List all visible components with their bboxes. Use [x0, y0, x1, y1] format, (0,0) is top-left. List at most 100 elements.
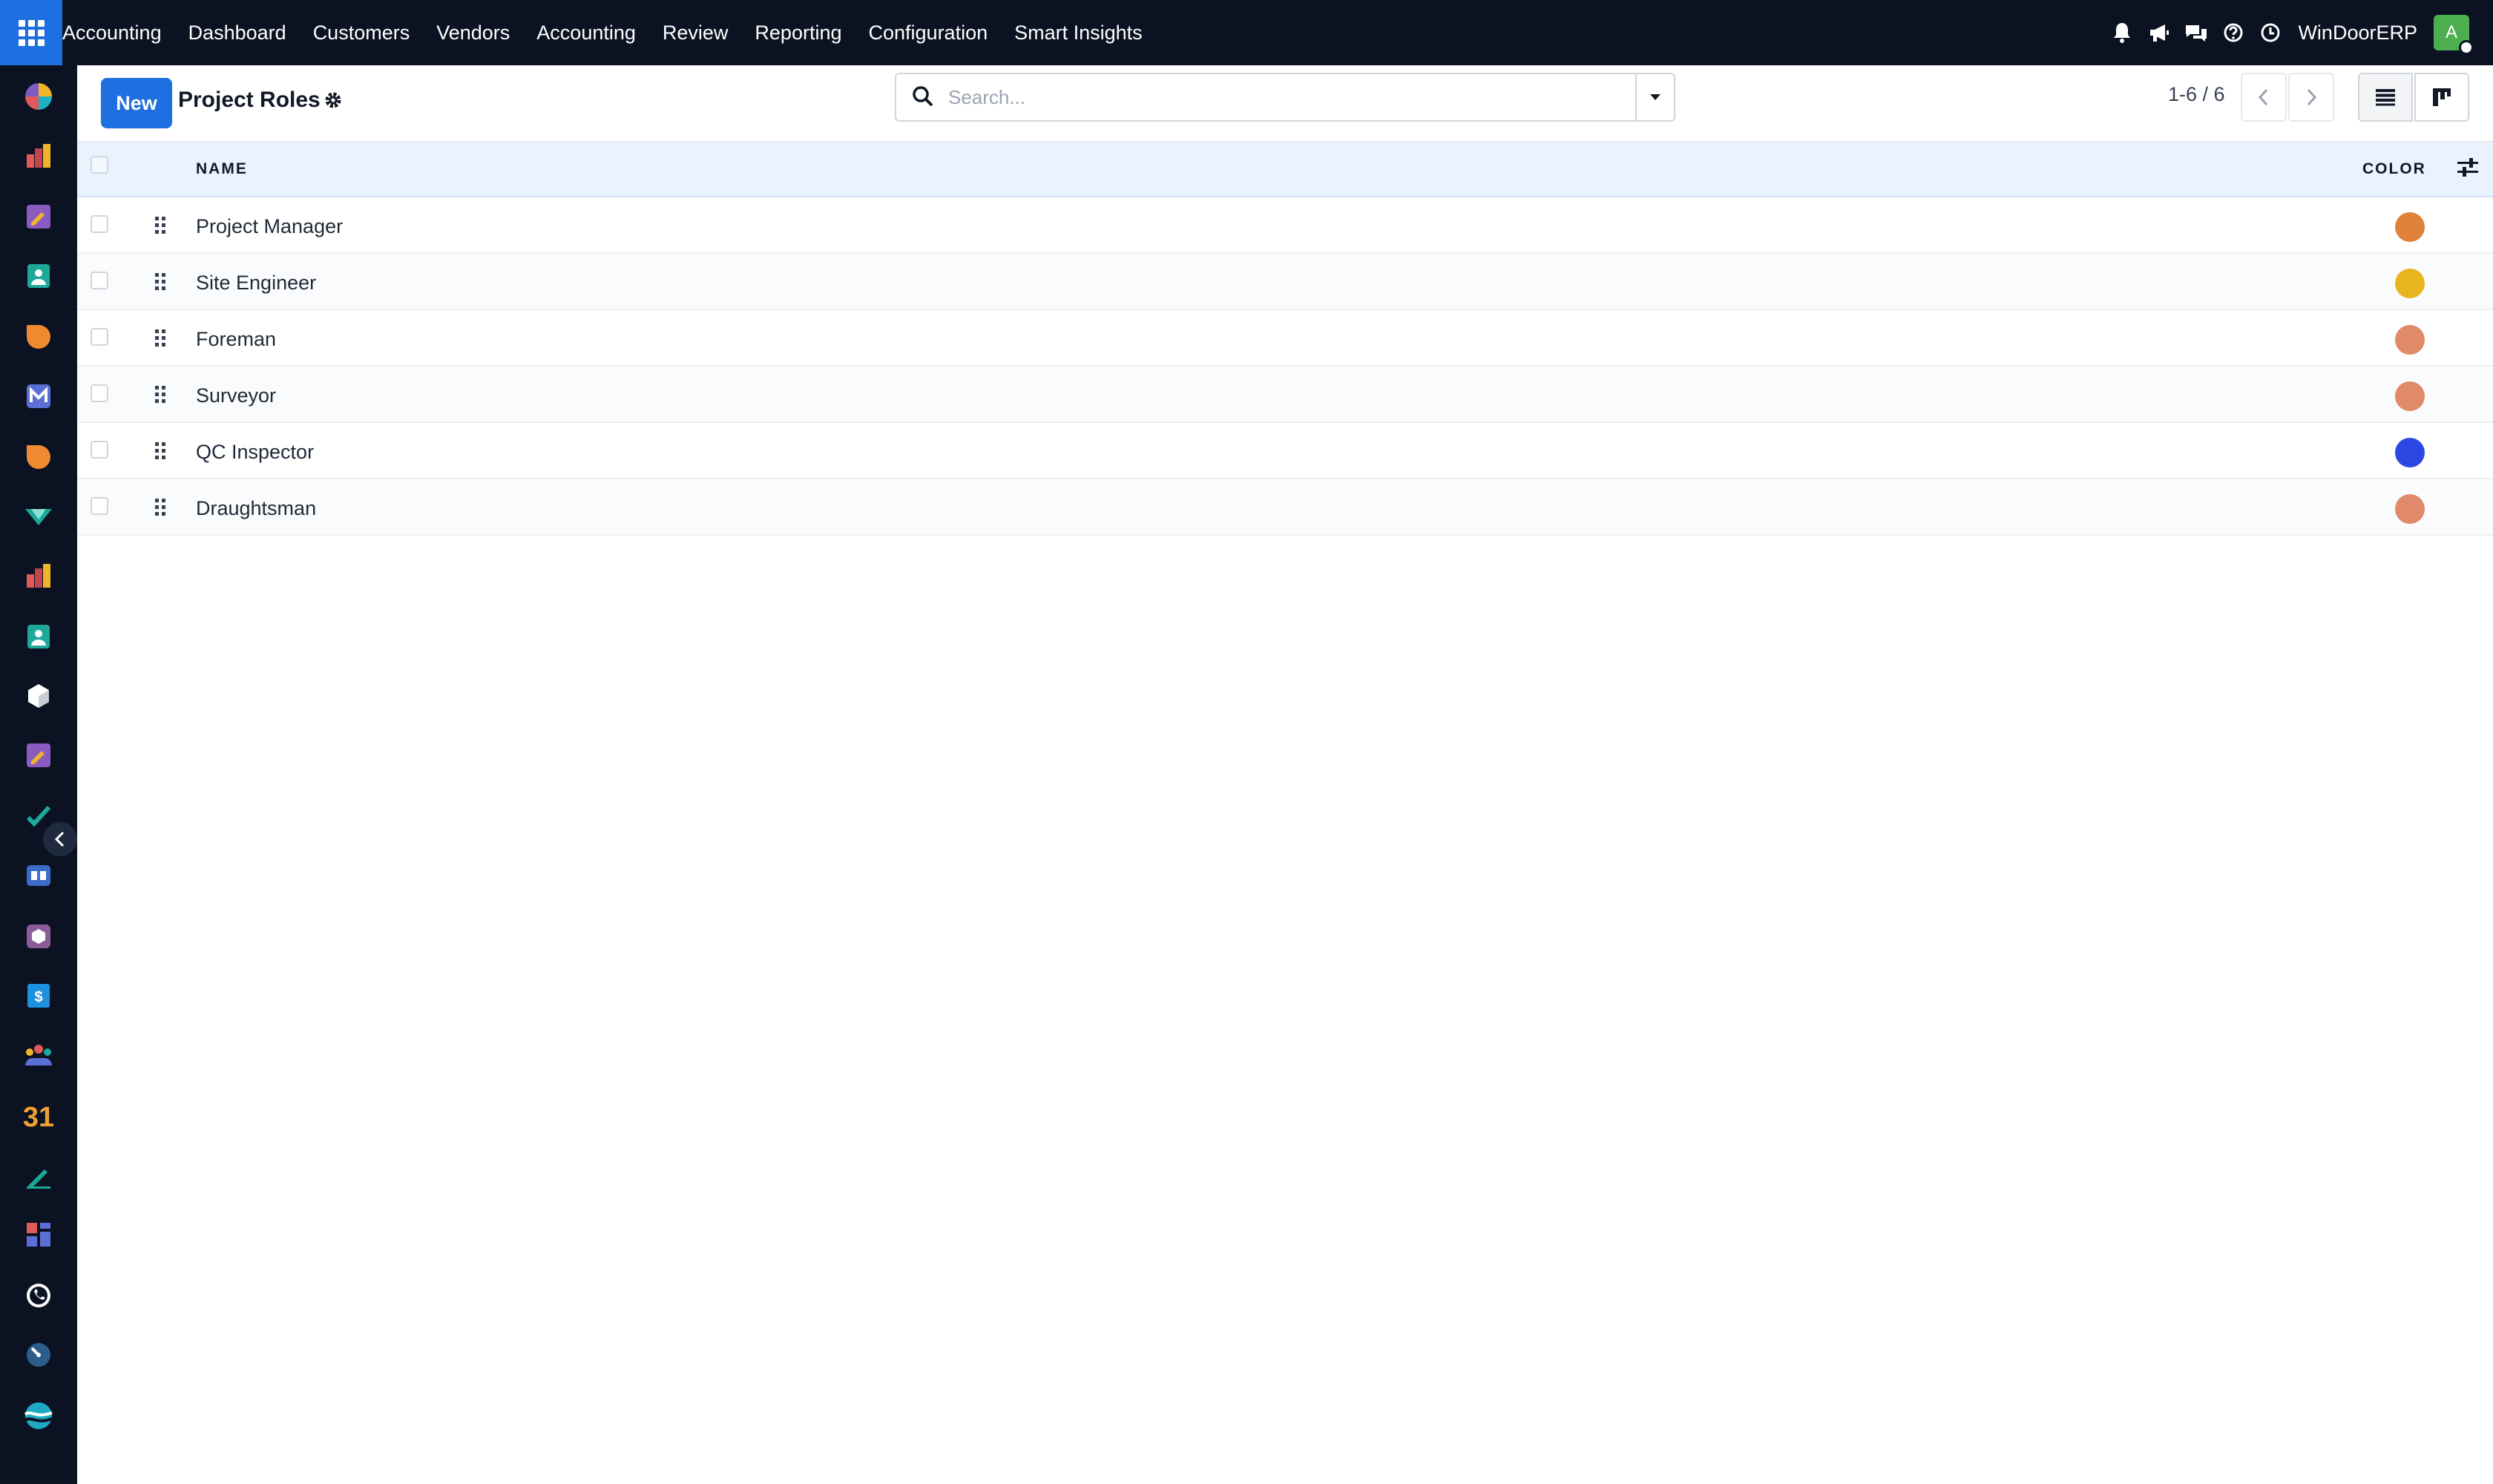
menu-customers[interactable]: Customers: [300, 0, 424, 65]
table-row[interactable]: Draughtsman: [77, 479, 2493, 536]
menu-review[interactable]: Review: [649, 0, 742, 65]
drag-handle-icon[interactable]: [154, 215, 166, 240]
control-panel: New Project Roles 1-6 / 6: [77, 65, 2493, 142]
search-input[interactable]: [948, 80, 1586, 114]
kanban-view-button[interactable]: [2414, 73, 2469, 122]
contacts-icon[interactable]: [22, 260, 55, 292]
pager-value[interactable]: 1-6 / 6: [2168, 83, 2225, 106]
app-sidebar: $ 31: [0, 65, 77, 1484]
pager-next-button[interactable]: [2288, 73, 2334, 122]
table-row[interactable]: Site Engineer: [77, 254, 2493, 310]
app-brand-link[interactable]: Accounting: [62, 0, 175, 65]
column-header-name[interactable]: NAME: [196, 160, 248, 178]
list-view-button[interactable]: [2358, 73, 2413, 122]
crm-icon[interactable]: [22, 321, 55, 353]
avatar-letter: A: [2445, 22, 2457, 42]
row-checkbox[interactable]: [91, 328, 108, 346]
table-row[interactable]: Surveyor: [77, 367, 2493, 423]
role-name: Draughtsman: [196, 497, 317, 519]
notes-icon[interactable]: [22, 1159, 55, 1192]
color-swatch[interactable]: [2395, 269, 2425, 298]
knowledge-icon[interactable]: [22, 859, 55, 892]
barcode-icon[interactable]: [22, 920, 55, 953]
drag-handle-icon[interactable]: [154, 272, 166, 296]
megaphone-icon[interactable]: [2141, 0, 2178, 65]
select-all-checkbox[interactable]: [91, 156, 108, 174]
menu-dashboard[interactable]: Dashboard: [175, 0, 300, 65]
reports-icon[interactable]: [22, 139, 55, 172]
sign-2-icon[interactable]: [22, 739, 55, 772]
clock-icon[interactable]: [2252, 0, 2289, 65]
table-body: Project Manager Site Engineer Foreman Surve…: [77, 197, 2493, 536]
company-switcher[interactable]: WinDoorERP: [2298, 22, 2417, 45]
chevron-left-icon: [54, 831, 65, 847]
table-header: NAME COLOR: [77, 142, 2493, 197]
bell-icon[interactable]: [2103, 0, 2141, 65]
calendar-day: 31: [23, 1102, 54, 1131]
search-bar: [895, 73, 1675, 122]
table-row[interactable]: QC Inspector: [77, 423, 2493, 479]
color-swatch[interactable]: [2395, 381, 2425, 411]
sign-icon[interactable]: [22, 200, 55, 233]
chevron-left-icon: [2258, 88, 2268, 106]
search-options-toggle[interactable]: [1635, 74, 1674, 120]
svg-text:$: $: [34, 989, 42, 1005]
optional-columns-icon[interactable]: [2456, 156, 2480, 183]
website-icon[interactable]: [22, 1399, 55, 1432]
top-navbar: Accounting Dashboard Customers Vendors A…: [0, 0, 2493, 65]
whatsapp-icon[interactable]: [22, 1279, 55, 1312]
menu-vendors[interactable]: Vendors: [423, 0, 523, 65]
team-icon[interactable]: [22, 1039, 55, 1071]
employees-icon[interactable]: [22, 620, 55, 653]
gear-icon[interactable]: [323, 91, 343, 114]
menu-smart-insights[interactable]: Smart Insights: [1001, 0, 1156, 65]
calendar-icon[interactable]: 31: [22, 1100, 55, 1132]
avatar[interactable]: A: [2434, 15, 2474, 55]
search-icon: [911, 85, 935, 112]
menu-configuration[interactable]: Configuration: [855, 0, 1002, 65]
dashboard-icon[interactable]: [22, 1218, 55, 1251]
row-checkbox[interactable]: [91, 441, 108, 459]
pager-previous-button[interactable]: [2241, 73, 2287, 122]
role-name: Foreman: [196, 328, 277, 350]
row-checkbox[interactable]: [91, 215, 108, 233]
new-button[interactable]: New: [101, 78, 172, 128]
chevron-right-icon: [2307, 88, 2317, 106]
menu-accounting[interactable]: Accounting: [523, 0, 649, 65]
drag-handle-icon[interactable]: [154, 328, 166, 352]
row-checkbox[interactable]: [91, 272, 108, 289]
mail-icon[interactable]: [22, 380, 55, 413]
color-swatch[interactable]: [2395, 325, 2425, 355]
role-name: Surveyor: [196, 384, 277, 407]
chat-icon[interactable]: [2178, 0, 2215, 65]
list-icon: [2376, 89, 2395, 106]
drag-handle-icon[interactable]: [154, 384, 166, 409]
sales-icon[interactable]: [22, 559, 55, 592]
color-swatch[interactable]: [2395, 212, 2425, 242]
color-swatch[interactable]: [2395, 494, 2425, 524]
help-icon[interactable]: [2215, 0, 2252, 65]
role-name: Site Engineer: [196, 272, 317, 294]
status-dot: [2459, 40, 2474, 55]
drag-handle-icon[interactable]: [154, 441, 166, 465]
row-checkbox[interactable]: [91, 384, 108, 402]
column-header-color[interactable]: COLOR: [2362, 160, 2426, 178]
color-swatch[interactable]: [2395, 438, 2425, 467]
main-menu: Accounting Dashboard Customers Vendors A…: [62, 0, 1156, 65]
systray: WinDoorERP A: [2103, 0, 2493, 65]
table-row[interactable]: Foreman: [77, 310, 2493, 367]
timesheet-icon[interactable]: [22, 1339, 55, 1371]
inventory-icon[interactable]: [22, 680, 55, 712]
menu-reporting[interactable]: Reporting: [741, 0, 855, 65]
project-icon[interactable]: [22, 500, 55, 533]
list-table: NAME COLOR Project Manager Site Engineer F…: [77, 142, 2493, 536]
invoicing-icon[interactable]: $: [22, 979, 55, 1012]
discuss-icon[interactable]: [22, 80, 55, 113]
table-row[interactable]: Project Manager: [77, 197, 2493, 254]
caret-down-icon: [1650, 94, 1661, 100]
livechat-icon[interactable]: [22, 441, 55, 473]
row-checkbox[interactable]: [91, 497, 108, 515]
apps-menu-button[interactable]: [0, 0, 62, 65]
drag-handle-icon[interactable]: [154, 497, 166, 522]
sidebar-collapse-button[interactable]: [43, 822, 77, 856]
